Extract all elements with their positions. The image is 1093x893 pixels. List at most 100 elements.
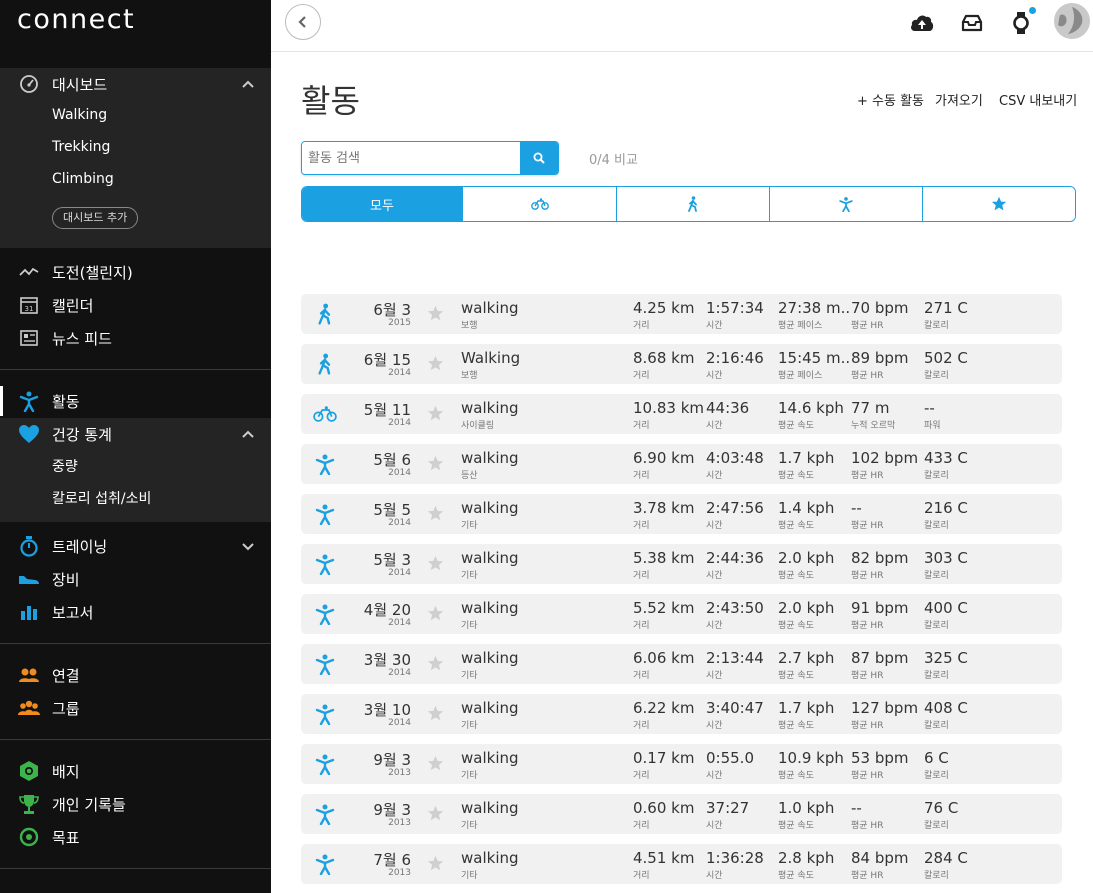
- activity-year: 2014: [388, 618, 411, 628]
- compare-counter[interactable]: 0/4 비교: [589, 149, 638, 168]
- activity-name[interactable]: walking: [461, 649, 519, 667]
- star-icon[interactable]: [427, 455, 444, 472]
- chevron-down-icon[interactable]: [241, 539, 255, 553]
- sidebar-item-label: 장비: [52, 570, 80, 589]
- calories-power-label: 칼로리: [924, 821, 949, 831]
- star-icon[interactable]: [427, 405, 444, 422]
- sidebar-item-connections[interactable]: 연결: [0, 661, 271, 689]
- health-weight[interactable]: 중량: [52, 456, 78, 476]
- activity-name[interactable]: walking: [461, 699, 519, 717]
- sidebar-item-label: 건강 통계: [52, 425, 112, 444]
- import-link[interactable]: 가져오기: [935, 90, 983, 109]
- dashboard-climbing[interactable]: Climbing: [52, 171, 114, 187]
- filter-walking[interactable]: [617, 187, 770, 221]
- sidebar-item-activities[interactable]: 활동: [0, 387, 271, 415]
- filter-other[interactable]: [770, 187, 923, 221]
- activity-row[interactable]: 5월 3 2014 walking 기타 5.38 km 거리 2:44:36 시간 2.0 k…: [301, 544, 1062, 584]
- pace-speed-label: 평균 속도: [778, 621, 814, 631]
- filter-favorites[interactable]: [923, 187, 1075, 221]
- activity-row[interactable]: 5월 11 2014 walking 사이클링 10.83 km 거리 44:36 시간 14.…: [301, 394, 1062, 434]
- activity-name[interactable]: walking: [461, 799, 519, 817]
- activity-row[interactable]: 9월 3 2013 walking 기타 0.60 km 거리 37:27 시간 1.0 kph…: [301, 794, 1062, 834]
- star-icon[interactable]: [427, 805, 444, 822]
- upload-button[interactable]: [909, 10, 935, 36]
- manual-activity-link[interactable]: + 수동 활동: [857, 90, 924, 109]
- activity-row[interactable]: 9월 3 2013 walking 기타 0.17 km 거리 0:55.0 시간 10.9 k…: [301, 744, 1062, 784]
- distance-value: 8.68 km: [633, 349, 695, 367]
- health-calories[interactable]: 칼로리 섭취/소비: [52, 488, 151, 508]
- star-icon[interactable]: [427, 705, 444, 722]
- activity-name[interactable]: walking: [461, 299, 519, 317]
- sidebar-item-training[interactable]: 트레이닝: [0, 532, 271, 560]
- star-icon[interactable]: [427, 855, 444, 872]
- calendar-icon-day: 31: [25, 305, 34, 313]
- page-title: 활동: [301, 82, 360, 120]
- challenge-icon: [18, 261, 40, 283]
- activity-name[interactable]: walking: [461, 549, 519, 567]
- star-icon[interactable]: [427, 505, 444, 522]
- add-dashboard-button[interactable]: 대시보드 추가: [52, 207, 139, 229]
- activity-name[interactable]: Walking: [461, 349, 520, 367]
- back-button[interactable]: [285, 4, 321, 40]
- sidebar-item-personal-records[interactable]: 개인 기록들: [0, 790, 271, 818]
- other-activity-icon: [839, 197, 853, 212]
- activity-name[interactable]: walking: [461, 399, 519, 417]
- sidebar-item-news-feed[interactable]: 뉴스 피드: [0, 324, 271, 352]
- dashboard-trekking[interactable]: Trekking: [52, 139, 110, 155]
- sidebar-item-calendar[interactable]: 31 캘린더: [0, 291, 271, 319]
- activity-name[interactable]: walking: [461, 449, 519, 467]
- search-button[interactable]: [520, 142, 558, 174]
- activity-row[interactable]: 6월 15 2014 Walking 보행 8.68 km 거리 2:16:46 시간 15:4…: [301, 344, 1062, 384]
- activity-row[interactable]: 6월 3 2015 walking 보행 4.25 km 거리 1:57:34 시간 27:38…: [301, 294, 1062, 334]
- inbox-button[interactable]: [959, 10, 985, 36]
- other-activity-icon: [313, 802, 337, 826]
- sidebar-item-challenges[interactable]: 도전(챌린지): [0, 258, 271, 286]
- devices-button[interactable]: [1008, 7, 1036, 36]
- activity-date: 4월 20: [363, 601, 411, 619]
- activity-name[interactable]: walking: [461, 499, 519, 517]
- activity-row[interactable]: 3월 30 2014 walking 기타 6.06 km 거리 2:13:44 시간 2.7 …: [301, 644, 1062, 684]
- activity-name[interactable]: walking: [461, 749, 519, 767]
- chevron-up-icon[interactable]: [241, 77, 255, 91]
- activity-row[interactable]: 5월 5 2014 walking 기타 3.78 km 거리 2:47:56 시간 1.4 k…: [301, 494, 1062, 534]
- activity-row[interactable]: 5월 6 2014 walking 등산 6.90 km 거리 4:03:48 시간 1.7 k…: [301, 444, 1062, 484]
- hr-elevation-label: 평균 HR: [851, 321, 884, 331]
- activity-row[interactable]: 3월 10 2014 walking 기타 6.22 km 거리 3:40:47 시간 1.7 …: [301, 694, 1062, 734]
- star-icon[interactable]: [427, 655, 444, 672]
- time-label: 시간: [706, 821, 723, 831]
- sidebar-item-badges[interactable]: 배지: [0, 757, 271, 785]
- chevron-up-icon[interactable]: [241, 427, 255, 441]
- activity-date: 3월 10: [363, 701, 411, 719]
- activity-row[interactable]: 4월 20 2014 walking 기타 5.52 km 거리 2:43:50 시간 2.0 …: [301, 594, 1062, 634]
- sidebar-item-gear[interactable]: 장비: [0, 565, 271, 593]
- activity-name[interactable]: walking: [461, 849, 519, 867]
- pace-speed-label: 평균 페이스: [778, 371, 823, 381]
- time-label: 시간: [706, 671, 723, 681]
- export-csv-link[interactable]: CSV 내보내기: [999, 90, 1077, 109]
- star-icon[interactable]: [427, 305, 444, 322]
- sidebar-item-health[interactable]: 건강 통계: [0, 420, 271, 448]
- sidebar-item-label: 캘린더: [52, 296, 94, 315]
- hr-elevation-value: 91 bpm: [851, 599, 909, 617]
- hr-elevation-value: 87 bpm: [851, 649, 909, 667]
- sidebar-item-groups[interactable]: 그룹: [0, 694, 271, 722]
- connect-logo[interactable]: connect: [17, 4, 135, 35]
- sidebar-item-dashboard[interactable]: 대시보드: [0, 70, 271, 98]
- star-icon[interactable]: [427, 755, 444, 772]
- sidebar-item-label: 대시보드: [52, 75, 108, 94]
- star-icon[interactable]: [427, 555, 444, 572]
- activity-name[interactable]: walking: [461, 599, 519, 617]
- group-icon: [18, 697, 40, 719]
- filter-all[interactable]: 모두: [302, 187, 463, 221]
- search-input[interactable]: [302, 142, 522, 174]
- activity-date: 6월 3: [373, 301, 411, 319]
- avatar[interactable]: [1054, 3, 1090, 39]
- time-value: 44:36: [706, 399, 750, 417]
- sidebar-item-reports[interactable]: 보고서: [0, 598, 271, 626]
- star-icon[interactable]: [427, 355, 444, 372]
- star-icon[interactable]: [427, 605, 444, 622]
- dashboard-walking[interactable]: Walking: [52, 107, 107, 123]
- sidebar-item-goals[interactable]: 목표: [0, 823, 271, 851]
- activity-row[interactable]: 7월 6 2013 walking 기타 4.51 km 거리 1:36:28 시간 2.8 k…: [301, 844, 1062, 884]
- filter-cycling[interactable]: [463, 187, 617, 221]
